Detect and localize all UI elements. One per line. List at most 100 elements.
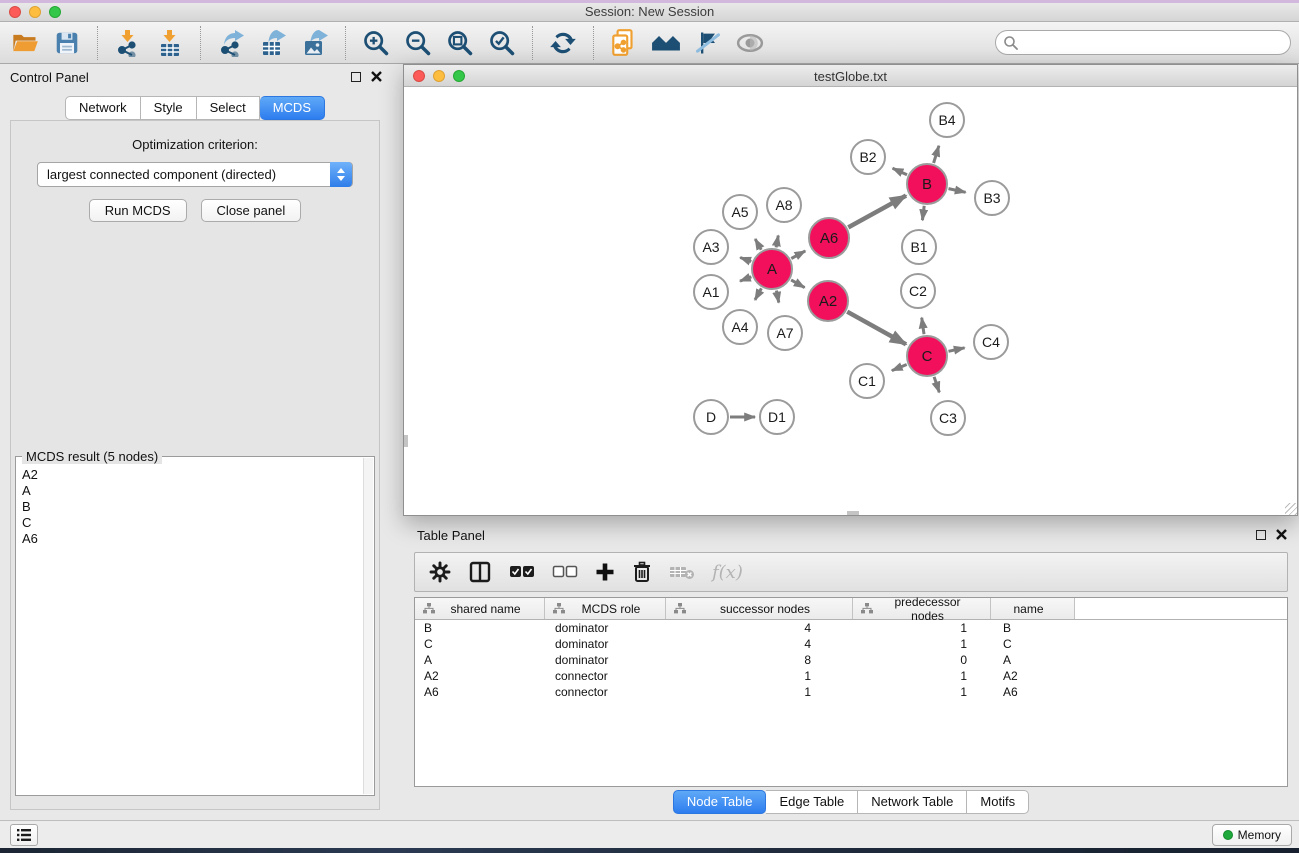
zoom-out-button[interactable] xyxy=(401,26,435,60)
table-row[interactable]: Bdominator41B xyxy=(415,620,1287,636)
network-canvas[interactable]: B4B2BB3B1A5A8A6A3AA1A2C2A4A7CC4C1C3DD1 xyxy=(404,87,1297,515)
column-header-successor-nodes[interactable]: successor nodes xyxy=(666,598,853,619)
table-cell[interactable]: A xyxy=(991,652,1075,668)
table-cell[interactable]: B xyxy=(415,620,545,636)
import-network-button[interactable] xyxy=(111,26,145,60)
edge-B-B4[interactable] xyxy=(934,146,939,163)
tab-node-table[interactable]: Node Table xyxy=(673,790,767,814)
column-header-predecessor-nodes[interactable]: predecessor nodes xyxy=(853,598,991,619)
table-cell[interactable]: 4 xyxy=(666,636,853,652)
export-network-button[interactable] xyxy=(214,26,248,60)
select-all-icon[interactable] xyxy=(509,565,535,579)
table-cell[interactable]: C xyxy=(415,636,545,652)
run-mcds-button[interactable]: Run MCDS xyxy=(89,199,187,222)
mcds-result-item[interactable]: A2 xyxy=(18,467,362,483)
table-cell[interactable]: A6 xyxy=(991,684,1075,700)
edge-B-B3[interactable] xyxy=(949,189,966,193)
table-cell[interactable]: dominator xyxy=(545,652,666,668)
edge-C-C2[interactable] xyxy=(922,318,924,335)
zoom-in-button[interactable] xyxy=(359,26,393,60)
edge-A-A2[interactable] xyxy=(791,280,805,288)
table-cell[interactable]: 1 xyxy=(666,684,853,700)
function-builder-button[interactable]: f(x) xyxy=(712,562,743,583)
task-history-button[interactable] xyxy=(10,824,38,846)
network-resize-grip[interactable] xyxy=(1285,503,1297,515)
table-cell[interactable]: 8 xyxy=(666,652,853,668)
table-cell[interactable]: A2 xyxy=(991,668,1075,684)
show-columns-icon[interactable] xyxy=(468,560,492,584)
tab-select[interactable]: Select xyxy=(197,96,260,120)
table-row[interactable]: Adominator80A xyxy=(415,652,1287,668)
mcds-result-item[interactable]: A6 xyxy=(18,531,362,547)
edge-C-C3[interactable] xyxy=(934,377,939,393)
apply-layout-button[interactable] xyxy=(546,26,580,60)
edge-A-A5[interactable] xyxy=(755,239,761,250)
table-cell[interactable]: A2 xyxy=(415,668,545,684)
table-cell[interactable]: dominator xyxy=(545,620,666,636)
criterion-select[interactable]: largest connected component (directed) xyxy=(37,162,353,187)
tab-motifs[interactable]: Motifs xyxy=(967,790,1029,814)
tab-edge-table[interactable]: Edge Table xyxy=(766,790,858,814)
open-session-button[interactable] xyxy=(8,26,42,60)
table-row[interactable]: A2connector11A2 xyxy=(415,668,1287,684)
tab-network[interactable]: Network xyxy=(65,96,141,120)
table-row[interactable]: Cdominator41C xyxy=(415,636,1287,652)
mcds-result-item[interactable]: A xyxy=(18,483,362,499)
table-cell[interactable]: A xyxy=(415,652,545,668)
edge-A-A3[interactable] xyxy=(740,258,751,262)
mcds-result-item[interactable]: C xyxy=(18,515,362,531)
zoom-selected-button[interactable] xyxy=(485,26,519,60)
table-cell[interactable]: 1 xyxy=(666,668,853,684)
table-cell[interactable]: A6 xyxy=(415,684,545,700)
tab-mcds[interactable]: MCDS xyxy=(260,96,325,120)
close-panel-icon[interactable] xyxy=(1276,529,1287,540)
table-cell[interactable]: 0 xyxy=(853,652,991,668)
clone-network-button[interactable] xyxy=(607,26,641,60)
hide-annotations-button[interactable] xyxy=(691,26,725,60)
column-header-shared-name[interactable]: shared name xyxy=(415,598,545,619)
edge-A-A6[interactable] xyxy=(791,251,805,259)
table-settings-gear-icon[interactable] xyxy=(429,561,451,583)
table-cell[interactable]: 1 xyxy=(853,636,991,652)
import-table-button[interactable] xyxy=(153,26,187,60)
tab-style[interactable]: Style xyxy=(141,96,197,120)
export-table-button[interactable] xyxy=(256,26,290,60)
network-window-titlebar[interactable]: testGlobe.txt xyxy=(404,65,1297,87)
add-column-icon[interactable] xyxy=(595,562,615,582)
tab-network-table[interactable]: Network Table xyxy=(858,790,967,814)
edge-A2-C[interactable] xyxy=(847,312,906,345)
network-hscroll-thumb[interactable] xyxy=(847,511,859,515)
table-cell[interactable]: 4 xyxy=(666,620,853,636)
clear-selection-icon[interactable] xyxy=(552,565,578,579)
edge-B-B2[interactable] xyxy=(893,168,907,175)
close-panel-button[interactable]: Close panel xyxy=(201,199,302,222)
edge-A-A1[interactable] xyxy=(740,277,751,281)
float-panel-icon[interactable] xyxy=(1256,530,1266,540)
table-cell[interactable]: B xyxy=(991,620,1075,636)
zoom-fit-button[interactable] xyxy=(443,26,477,60)
table-cell[interactable]: connector xyxy=(545,668,666,684)
first-neighbors-button[interactable] xyxy=(649,26,683,60)
column-header-MCDS-role[interactable]: MCDS role xyxy=(545,598,666,619)
network-vscroll-thumb[interactable] xyxy=(404,435,408,447)
table-cell[interactable]: 1 xyxy=(853,668,991,684)
edge-A-A8[interactable] xyxy=(776,236,778,248)
float-panel-icon[interactable] xyxy=(351,72,361,82)
export-image-button[interactable] xyxy=(298,26,332,60)
table-cell[interactable]: dominator xyxy=(545,636,666,652)
edge-C-C1[interactable] xyxy=(892,365,907,371)
table-cell[interactable]: C xyxy=(991,636,1075,652)
mcds-result-scrollbar[interactable] xyxy=(363,458,373,794)
edge-A-A7[interactable] xyxy=(776,291,778,303)
search-input[interactable] xyxy=(995,30,1291,55)
edge-B-B1[interactable] xyxy=(922,206,924,220)
edge-A6-B[interactable] xyxy=(848,196,906,228)
table-cell[interactable]: 1 xyxy=(853,620,991,636)
close-panel-icon[interactable] xyxy=(371,71,382,82)
delete-column-trash-icon[interactable] xyxy=(632,561,652,583)
table-cell[interactable]: 1 xyxy=(853,684,991,700)
show-graphics-details-button[interactable] xyxy=(733,26,767,60)
save-session-button[interactable] xyxy=(50,26,84,60)
table-row[interactable]: A6connector11A6 xyxy=(415,684,1287,700)
table-cell[interactable]: connector xyxy=(545,684,666,700)
